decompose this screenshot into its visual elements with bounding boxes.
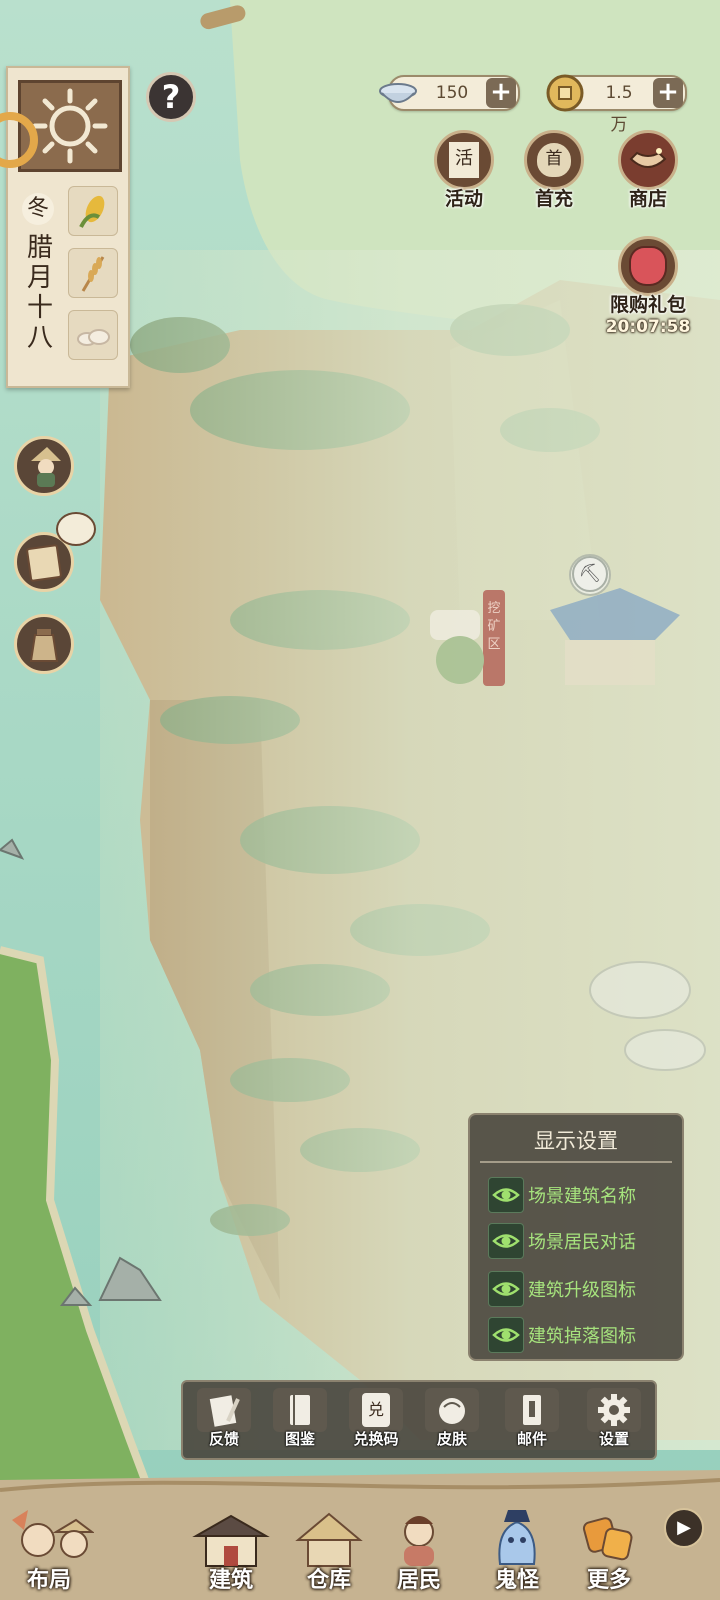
nav-warehouse[interactable]: 仓库 xyxy=(284,1500,374,1600)
settings-button[interactable]: 设置 xyxy=(583,1388,645,1454)
eye-icon[interactable] xyxy=(488,1223,524,1259)
activity-label: 活动 xyxy=(444,188,483,210)
limited-pack-timer: 20:07:58 xyxy=(605,317,691,337)
gear-icon xyxy=(587,1388,641,1432)
money-bag-icon: 首 xyxy=(524,130,584,190)
coin-add-button[interactable]: + xyxy=(653,78,683,108)
date-label: 腊月十八 xyxy=(22,233,53,353)
more-menu-toolbar: 反馈 图鉴 兑 兑换码 皮肤 邮件 设置 xyxy=(181,1380,657,1460)
nav-residents[interactable]: 居民 xyxy=(374,1500,464,1600)
eye-icon[interactable] xyxy=(488,1177,524,1213)
feedback-label: 反馈 xyxy=(208,1430,239,1448)
option-label: 场景建筑名称 xyxy=(528,1186,636,1207)
display-settings-panel: 显示设置 场景建筑名称 场景居民对话 建筑升级图标 建筑掉落图标 xyxy=(468,1113,684,1361)
season-label: 冬 xyxy=(22,193,54,225)
skin-label: 皮肤 xyxy=(436,1430,467,1448)
divider xyxy=(480,1161,672,1163)
limited-pack-button[interactable]: 限购礼包 20:07:58 xyxy=(600,236,696,337)
sack-button[interactable] xyxy=(14,614,74,674)
catalog-icon xyxy=(273,1388,327,1432)
nav-residents-label: 居民 xyxy=(396,1568,441,1593)
bowl-add-button[interactable]: + xyxy=(486,78,516,108)
sack-icon xyxy=(29,629,59,662)
merchant-icon xyxy=(31,447,61,487)
bowl-amount: 150 xyxy=(435,83,469,103)
wheat-icon[interactable] xyxy=(68,248,118,298)
redeem-tag-icon: 兑 xyxy=(349,1388,403,1432)
pickaxe-icon[interactable]: ⛏ xyxy=(572,556,608,592)
activity-icon-glyph: 活 xyxy=(447,140,481,180)
nav-expand-arrow-icon[interactable]: ▶ xyxy=(664,1508,704,1548)
skin-icon xyxy=(425,1388,479,1432)
corn-icon[interactable] xyxy=(68,186,118,236)
catalog-label: 图鉴 xyxy=(284,1430,315,1448)
option-label: 建筑掉落图标 xyxy=(528,1326,636,1347)
shop-label: 商店 xyxy=(628,188,667,210)
redeem-tag-glyph: 兑 xyxy=(362,1393,390,1427)
first-recharge-label: 首充 xyxy=(534,188,573,210)
nav-build-label: 建筑 xyxy=(208,1568,253,1593)
eye-icon[interactable] xyxy=(488,1271,524,1307)
coin-icon xyxy=(546,74,584,112)
nav-layout[interactable]: 布局 xyxy=(4,1500,95,1600)
ingot-icon xyxy=(629,148,667,168)
nav-build[interactable]: 建筑 xyxy=(186,1500,276,1600)
skin-button[interactable]: 皮肤 xyxy=(421,1388,483,1454)
feedback-icon xyxy=(197,1388,251,1432)
nav-ghosts[interactable]: 鬼怪 xyxy=(472,1500,562,1600)
mail-button[interactable]: 邮件 xyxy=(501,1388,563,1454)
help-button[interactable]: ? xyxy=(146,72,196,122)
feedback-button[interactable]: 反馈 xyxy=(193,1388,255,1454)
first-recharge-button[interactable]: 首 首充 xyxy=(514,130,594,211)
mail-label: 邮件 xyxy=(516,1430,547,1448)
cloud-icon[interactable] xyxy=(68,310,118,360)
gift-pouch-icon xyxy=(618,236,678,296)
coin-resource-bar: 1.5万 + xyxy=(546,74,687,135)
shop-button[interactable]: 商店 xyxy=(608,130,688,211)
settings-label: 设置 xyxy=(598,1430,629,1448)
sun-icon xyxy=(32,88,108,164)
activity-button[interactable]: 活 活动 xyxy=(424,130,504,211)
redeem-code-label: 兑换码 xyxy=(353,1430,399,1448)
bowl-resource-bar: 150 + xyxy=(379,75,520,111)
money-bag-glyph: 首 xyxy=(535,141,573,179)
mining-area-sign[interactable]: 挖矿区 xyxy=(485,600,503,654)
nav-more-label: 更多 xyxy=(586,1568,631,1593)
eye-icon[interactable] xyxy=(488,1317,524,1353)
display-settings-title: 显示设置 xyxy=(534,1129,618,1153)
merchant-button[interactable] xyxy=(14,436,74,496)
nav-ghosts-label: 鬼怪 xyxy=(494,1568,539,1593)
limited-pack-label: 限购礼包 xyxy=(609,294,686,316)
gift-pouch-shape xyxy=(629,246,667,286)
option-label: 建筑升级图标 xyxy=(528,1280,636,1301)
season-date: 冬 腊月十八 xyxy=(18,193,58,353)
nav-layout-label: 布局 xyxy=(26,1568,71,1593)
option-label: 场景居民对话 xyxy=(528,1232,636,1253)
bowl-icon xyxy=(379,83,417,103)
catalog-button[interactable]: 图鉴 xyxy=(269,1388,331,1454)
shop-icon xyxy=(618,130,678,190)
activity-icon: 活 xyxy=(434,130,494,190)
book-icon xyxy=(26,544,62,582)
calendar-panel[interactable]: 冬 腊月十八 xyxy=(6,66,130,388)
nav-warehouse-label: 仓库 xyxy=(306,1568,351,1593)
redeem-code-button[interactable]: 兑 兑换码 xyxy=(345,1388,407,1454)
mail-icon xyxy=(505,1388,559,1432)
nav-more[interactable]: 更多 xyxy=(564,1500,654,1600)
book-notice-bubble xyxy=(56,512,96,546)
